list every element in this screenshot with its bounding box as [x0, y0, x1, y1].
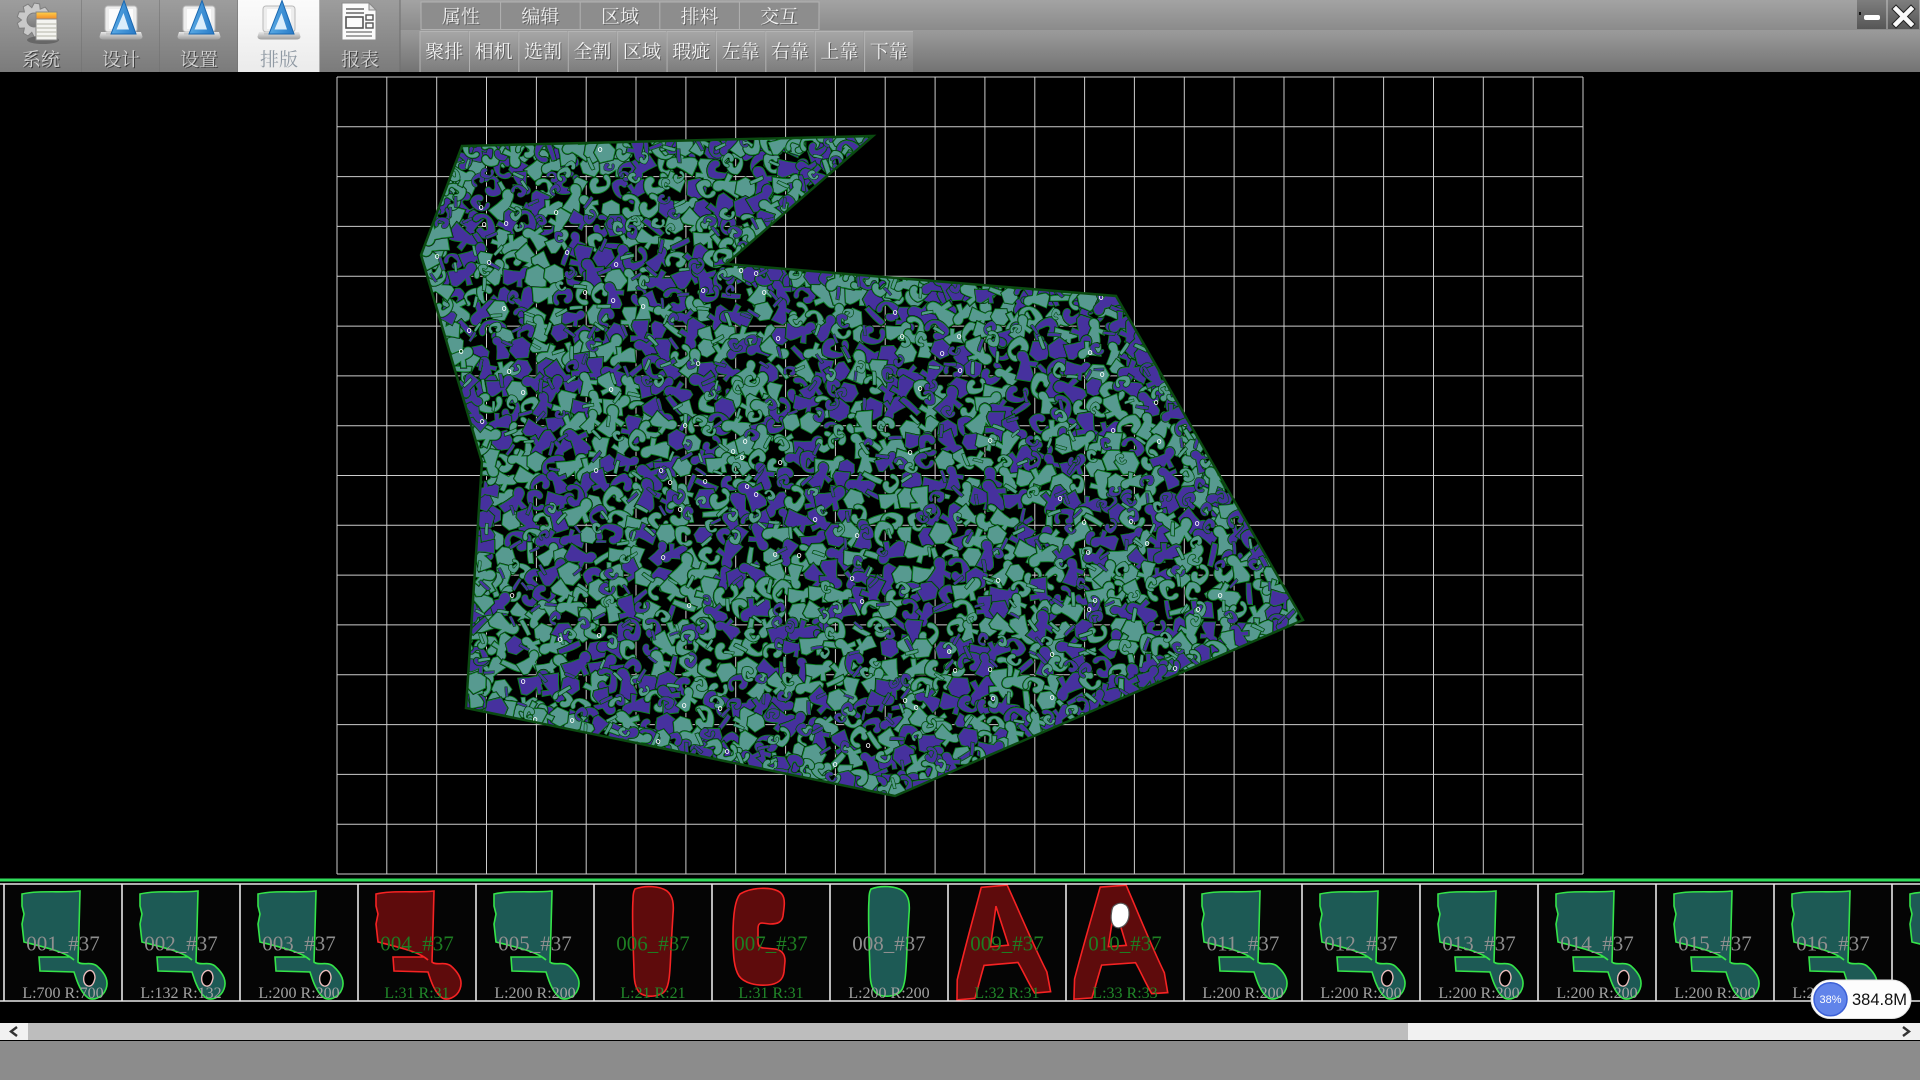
svg-text:002_#37: 002_#37: [144, 932, 218, 956]
svg-text:005_#37: 005_#37: [498, 932, 572, 956]
svg-text:L:31 R:31: L:31 R:31: [738, 985, 803, 1002]
svg-text:004_#37: 004_#37: [380, 932, 454, 956]
svg-text:009_#37: 009_#37: [970, 932, 1044, 956]
svg-text:L:200 R:200: L:200 R:200: [1438, 985, 1519, 1002]
svg-text:006_#37: 006_#37: [616, 932, 690, 956]
svg-text:L:200 R:200: L:200 R:200: [494, 985, 575, 1002]
svg-text:L:200 R:200: L:200 R:200: [258, 985, 339, 1002]
svg-text:007_#37: 007_#37: [734, 932, 808, 956]
svg-text:010_#37: 010_#37: [1088, 932, 1162, 956]
svg-text:012_#37: 012_#37: [1324, 932, 1398, 956]
svg-text:001_#37: 001_#37: [26, 932, 100, 956]
svg-text:016_#37: 016_#37: [1796, 932, 1870, 956]
svg-text:008_#37: 008_#37: [852, 932, 926, 956]
svg-text:L:31 R:31: L:31 R:31: [384, 985, 449, 1002]
svg-text:L:33 R:33: L:33 R:33: [1092, 985, 1157, 1002]
svg-text:011_#37: 011_#37: [1207, 932, 1280, 956]
svg-text:384.8M: 384.8M: [1852, 991, 1907, 1009]
svg-text:L:200 R:200: L:200 R:200: [1674, 985, 1755, 1002]
svg-text:L:200 R:200: L:200 R:200: [1320, 985, 1401, 1002]
svg-text:014_#37: 014_#37: [1560, 932, 1634, 956]
svg-text:L:200 R:200: L:200 R:200: [848, 985, 929, 1002]
svg-text:38%: 38%: [1819, 994, 1841, 1006]
svg-text:L:21 R:21: L:21 R:21: [620, 985, 685, 1002]
svg-text:013_#37: 013_#37: [1442, 932, 1516, 956]
svg-text:L:200 R:200: L:200 R:200: [1202, 985, 1283, 1002]
svg-text:L:132 R:132: L:132 R:132: [140, 985, 221, 1002]
svg-text:003_#37: 003_#37: [262, 932, 336, 956]
svg-text:L:32 R:31: L:32 R:31: [974, 985, 1039, 1002]
svg-text:015_#37: 015_#37: [1678, 932, 1752, 956]
svg-text:L:700 R:700: L:700 R:700: [22, 985, 103, 1002]
svg-text:L:200 R:200: L:200 R:200: [1556, 985, 1637, 1002]
